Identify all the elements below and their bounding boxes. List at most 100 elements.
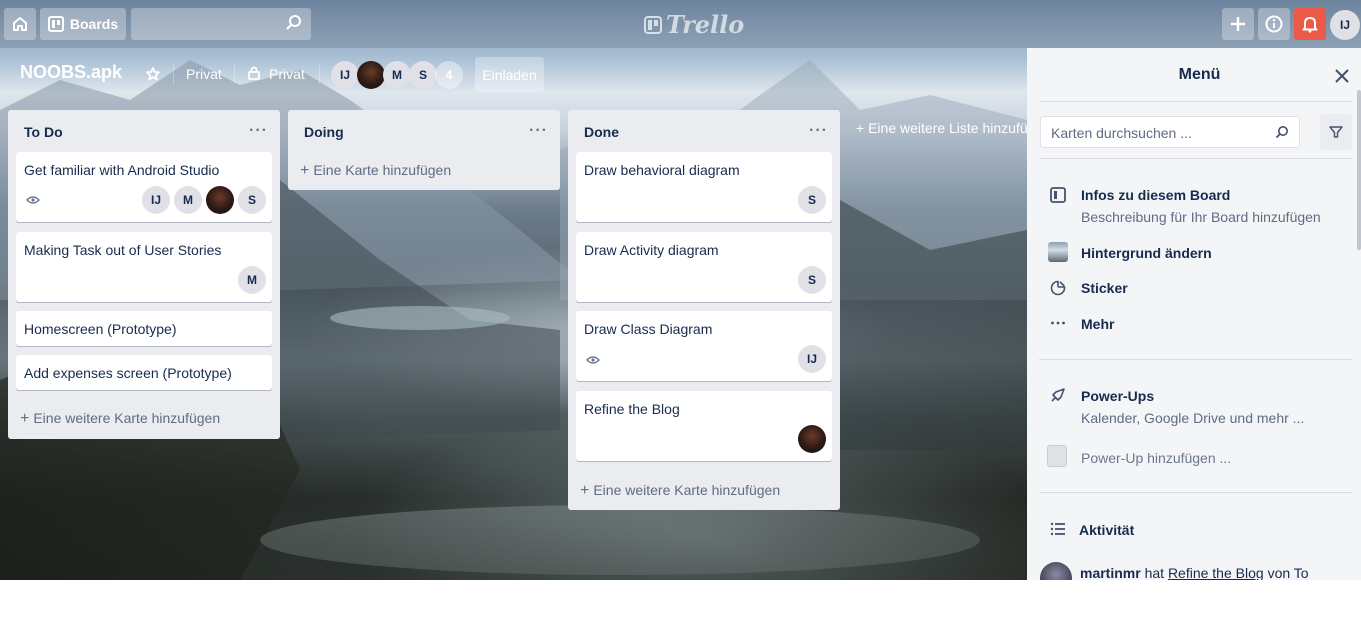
privacy-button[interactable]: Privat: [269, 66, 305, 82]
menu-title: Menü: [1178, 66, 1221, 83]
add-power-up-button[interactable]: Power-Up hinzufügen ...: [1081, 450, 1231, 466]
add-list-button[interactable]: + Eine weitere Liste hinzufügen: [856, 120, 1027, 136]
trello-logo-icon: [644, 15, 662, 34]
activity-heading: Aktivität: [1079, 522, 1135, 538]
more-icon: [1048, 313, 1068, 333]
list-menu-button[interactable]: ···: [529, 122, 548, 140]
board-title[interactable]: NOOBS.apk: [20, 62, 122, 83]
card-member-avatar[interactable]: S: [798, 186, 826, 214]
sticker-icon: [1048, 278, 1068, 298]
plus-icon: +: [580, 482, 590, 499]
activity-rest: von To: [1267, 565, 1309, 580]
header-divider: [173, 64, 174, 84]
add-card-button[interactable]: + Eine weitere Karte hinzufügen: [580, 482, 780, 500]
card-search-placeholder: Karten durchsuchen ...: [1051, 125, 1192, 141]
notifications-button[interactable]: [1294, 8, 1326, 40]
menu-item-power-ups[interactable]: Power-Ups: [1081, 388, 1154, 404]
plus-icon: +: [856, 120, 869, 136]
plus-icon: +: [20, 410, 30, 427]
list-done: Done ··· Draw behavioral diagram S Draw …: [568, 110, 840, 510]
member-count-badge[interactable]: 4: [435, 61, 463, 89]
board-menu-panel: Menü Karten durchsuchen ... Infos zu die…: [1027, 48, 1361, 580]
list-menu-button[interactable]: ···: [809, 122, 828, 140]
card-title: Making Task out of User Stories: [24, 242, 222, 258]
power-up-placeholder-icon: [1047, 445, 1067, 467]
card-member-avatar[interactable]: M: [238, 266, 266, 294]
card[interactable]: Refine the Blog: [576, 391, 832, 461]
card-title: Refine the Blog: [584, 401, 680, 417]
boards-icon: [47, 16, 64, 32]
star-board-button[interactable]: [143, 63, 163, 85]
board-member-avatar-photo[interactable]: [357, 61, 385, 89]
board-info-icon: [1048, 185, 1068, 205]
menu-item-more[interactable]: Mehr: [1081, 316, 1114, 332]
card-title: Add expenses screen (Prototype): [24, 365, 232, 381]
card[interactable]: Making Task out of User Stories M: [16, 232, 272, 302]
list-title[interactable]: Done: [584, 124, 619, 140]
add-card-label: Eine weitere Karte hinzufügen: [33, 410, 221, 426]
list-title[interactable]: Doing: [304, 124, 344, 140]
card-search-input[interactable]: Karten durchsuchen ...: [1040, 116, 1300, 148]
filter-button[interactable]: [1320, 114, 1352, 150]
user-avatar[interactable]: IJ: [1330, 10, 1360, 40]
boards-button[interactable]: Boards: [40, 8, 126, 40]
menu-divider: [1039, 359, 1352, 360]
top-header: Boards Trello IJ: [0, 0, 1361, 48]
invite-button[interactable]: Einladen: [475, 57, 544, 92]
search-icon: [285, 14, 303, 37]
board-member-avatar[interactable]: M: [383, 61, 411, 89]
star-icon: [146, 67, 160, 81]
activity-user[interactable]: martinmr: [1080, 565, 1141, 580]
team-visibility-button[interactable]: Privat: [186, 66, 222, 82]
activity-user-avatar[interactable]: [1040, 562, 1072, 580]
card-title: Draw behavioral diagram: [584, 162, 740, 178]
card-member-avatar[interactable]: M: [174, 186, 202, 214]
card[interactable]: Draw Activity diagram S: [576, 232, 832, 302]
header-search-input[interactable]: [131, 8, 311, 40]
card-title: Get familiar with Android Studio: [24, 162, 220, 178]
card[interactable]: Draw behavioral diagram S: [576, 152, 832, 222]
board-member-avatar[interactable]: IJ: [331, 61, 359, 89]
list-title[interactable]: To Do: [24, 124, 63, 140]
activity-card-link[interactable]: Refine the Blog: [1168, 565, 1264, 580]
menu-scrollbar[interactable]: [1357, 90, 1361, 250]
board-member-avatar[interactable]: S: [409, 61, 437, 89]
card-member-avatar-photo[interactable]: [206, 186, 234, 214]
add-card-button[interactable]: + Eine weitere Karte hinzufügen: [20, 410, 220, 428]
filter-icon: [1329, 126, 1343, 138]
menu-item-board-info-subtitle[interactable]: Beschreibung für Ihr Board hinzufügen: [1081, 209, 1321, 225]
list-doing: Doing ··· + Eine Karte hinzufügen: [288, 110, 560, 190]
header-divider: [234, 64, 235, 84]
power-ups-subtitle[interactable]: Kalender, Google Drive und mehr ...: [1081, 410, 1304, 426]
info-icon: [1265, 15, 1283, 33]
card[interactable]: Draw Class Diagram IJ: [576, 311, 832, 381]
card[interactable]: Get familiar with Android Studio IJ M S: [16, 152, 272, 222]
card-member-avatar[interactable]: IJ: [142, 186, 170, 214]
eye-icon: [26, 192, 40, 210]
list-menu-button[interactable]: ···: [249, 122, 268, 140]
bell-icon: [1302, 17, 1318, 33]
search-icon: [1275, 125, 1289, 142]
card[interactable]: Add expenses screen (Prototype): [16, 355, 272, 390]
activity-entry: martinmr hat Refine the Blog von To: [1080, 565, 1309, 580]
card[interactable]: Homescreen (Prototype): [16, 311, 272, 346]
trello-logo[interactable]: Trello: [644, 10, 744, 39]
menu-item-sticker[interactable]: Sticker: [1081, 280, 1128, 296]
close-icon[interactable]: [1335, 66, 1349, 89]
card-member-avatar-photo[interactable]: [798, 425, 826, 453]
menu-item-board-info[interactable]: Infos zu diesem Board: [1081, 187, 1230, 203]
add-card-button[interactable]: + Eine Karte hinzufügen: [300, 162, 451, 180]
card-member-avatar[interactable]: S: [238, 186, 266, 214]
plus-icon: [1231, 17, 1245, 31]
create-button[interactable]: [1222, 8, 1254, 40]
activity-list-icon: [1048, 519, 1068, 539]
info-button[interactable]: [1258, 8, 1290, 40]
home-button[interactable]: [4, 8, 36, 40]
card-title: Draw Activity diagram: [584, 242, 719, 258]
plus-icon: +: [300, 162, 310, 179]
card-member-avatar[interactable]: IJ: [798, 345, 826, 373]
header-divider: [319, 64, 320, 84]
background-thumbnail-icon: [1048, 242, 1068, 262]
card-member-avatar[interactable]: S: [798, 266, 826, 294]
menu-item-change-background[interactable]: Hintergrund ändern: [1081, 245, 1212, 261]
